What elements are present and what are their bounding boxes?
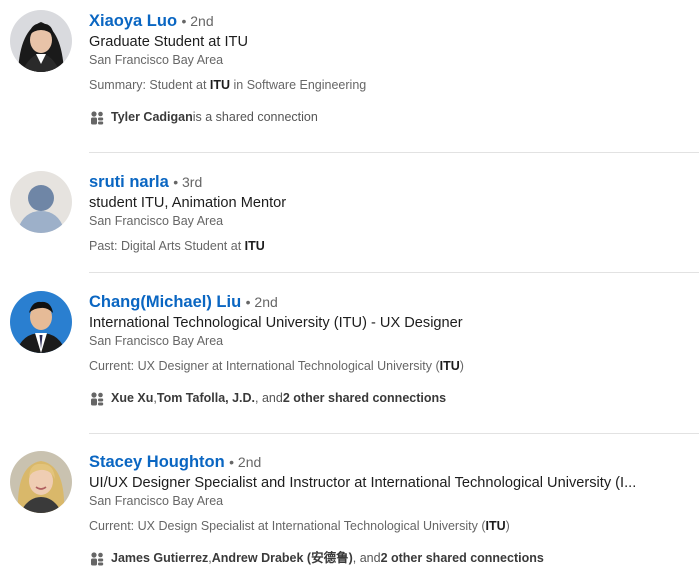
profile-name-link[interactable]: Chang(Michael) Liu <box>89 293 241 311</box>
divider <box>89 433 699 434</box>
snippet-text: Current: UX Design Specialist at Interna… <box>89 519 486 533</box>
connection-degree: • 2nd <box>229 454 262 470</box>
headline: International Technological University (… <box>89 315 463 331</box>
divider <box>89 272 699 273</box>
avatar[interactable] <box>10 451 72 513</box>
shared-connection-name[interactable]: James Gutierrez <box>111 550 208 567</box>
shared-connection-name[interactable]: Xue Xu <box>111 390 153 407</box>
profile-name-link[interactable]: Stacey Houghton <box>89 453 225 471</box>
connection-degree: • 2nd <box>245 294 278 310</box>
snippet-text: ) <box>505 519 510 533</box>
shared-text: is a shared connection <box>192 110 318 124</box>
current-snippet: Current: UX Design Specialist at Interna… <box>89 518 699 535</box>
people-icon <box>89 551 105 567</box>
divider <box>89 152 699 153</box>
snippet-text: in Software Engineering <box>230 78 367 92</box>
snippet-text: Summary: Student at <box>89 78 210 92</box>
profile-name-link[interactable]: sruti narla <box>89 173 169 191</box>
profile-name-link[interactable]: Xiaoya Luo <box>89 12 177 30</box>
shared-connection-name[interactable]: Andrew Drabek (安德鲁) <box>212 550 353 567</box>
shared-connections: James Gutierrez, Andrew Drabek (安德鲁), an… <box>89 550 699 567</box>
location: San Francisco Bay Area <box>89 494 224 508</box>
snippet-text: Current: UX Designer at International Te… <box>89 359 440 373</box>
snippet-text: Past: Digital Arts Student at <box>89 239 245 253</box>
shared-connections: Tyler Cadigan is a shared connection <box>89 109 699 126</box>
summary-snippet: Summary: Student at ITU in Software Engi… <box>89 77 699 94</box>
headline: Graduate Student at ITU <box>89 34 248 50</box>
headline: UI/UX Designer Specialist and Instructor… <box>89 475 637 491</box>
current-snippet: Current: UX Designer at International Te… <box>89 358 699 375</box>
snippet-highlight: ITU <box>439 359 460 373</box>
avatar[interactable] <box>10 291 72 353</box>
past-snippet: Past: Digital Arts Student at ITU <box>89 238 699 255</box>
snippet-text: ) <box>459 359 464 373</box>
snippet-highlight: ITU <box>485 519 506 533</box>
avatar[interactable] <box>10 10 72 72</box>
people-icon <box>89 391 105 407</box>
other-shared-connections-link[interactable]: 2 other shared connections <box>381 550 544 567</box>
snippet-highlight: ITU <box>244 239 265 253</box>
shared-connection-name[interactable]: Tom Tafolla, J.D. <box>157 390 255 407</box>
other-shared-connections-link[interactable]: 2 other shared connections <box>283 390 446 407</box>
shared-text: , and <box>352 551 381 565</box>
shared-text: , and <box>255 391 283 405</box>
location: San Francisco Bay Area <box>89 53 224 67</box>
shared-connections: Xue Xu, Tom Tafolla, J.D., and 2 other s… <box>89 390 699 407</box>
snippet-highlight: ITU <box>209 78 231 92</box>
avatar[interactable] <box>10 171 72 233</box>
location: San Francisco Bay Area <box>89 334 224 348</box>
connection-degree: • 2nd <box>181 13 214 29</box>
headline: student ITU, Animation Mentor <box>89 195 287 211</box>
connection-degree: • 3rd <box>173 174 203 190</box>
shared-connection-name[interactable]: Tyler Cadigan <box>111 109 193 126</box>
location: San Francisco Bay Area <box>89 214 224 228</box>
people-icon <box>89 110 105 126</box>
